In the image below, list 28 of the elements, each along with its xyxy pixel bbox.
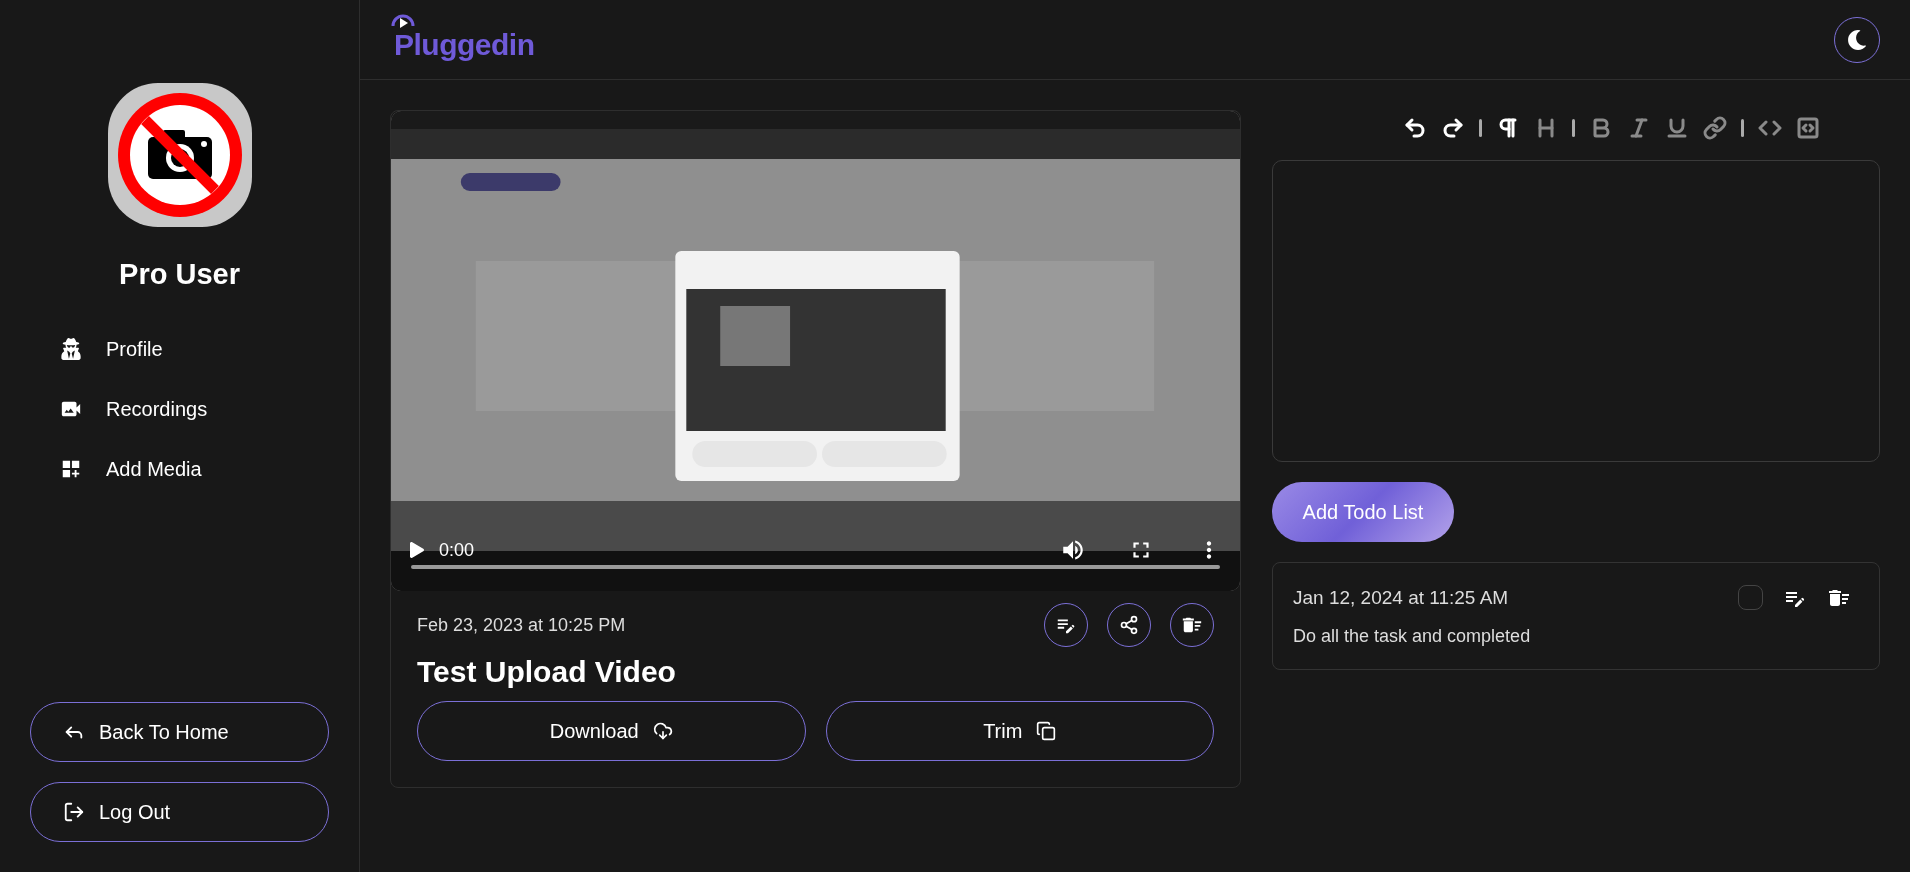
todo-checkbox[interactable] [1738, 585, 1763, 610]
todo-date: Jan 12, 2024 at 11:25 AM [1293, 586, 1509, 609]
nav-link[interactable]: Profile [60, 331, 329, 367]
overlap-squares-icon [1036, 721, 1057, 741]
logo-text: Pluggedin [394, 27, 535, 61]
code-block-icon [1796, 116, 1820, 140]
undo-icon [1403, 116, 1427, 140]
progress-track[interactable] [411, 565, 1220, 569]
logout-icon [63, 801, 85, 823]
todo-text: Do all the task and completed [1293, 626, 1532, 647]
video-title: Test Upload Video [417, 655, 677, 689]
add-todo-button[interactable]: Add Todo List [1272, 482, 1454, 542]
user-name: Pro User [119, 258, 240, 291]
redo-button[interactable] [1441, 116, 1465, 140]
nav-link[interactable]: Add Media [60, 451, 329, 487]
moon-icon [1847, 29, 1867, 50]
spy-icon [60, 338, 82, 360]
link-icon [1703, 116, 1727, 140]
nav-link[interactable]: Recordings [60, 391, 329, 427]
grid-plus-icon [60, 458, 82, 480]
undo-button[interactable] [1403, 116, 1427, 140]
play-icon[interactable] [409, 542, 425, 558]
time-label: 0:00 [439, 539, 476, 561]
cloud-download-icon [652, 721, 673, 741]
underline-icon [1665, 116, 1689, 140]
redo-icon [1441, 116, 1465, 140]
share-icon [1119, 615, 1139, 635]
video-date: Feb 23, 2023 at 10:25 PM [417, 614, 626, 636]
